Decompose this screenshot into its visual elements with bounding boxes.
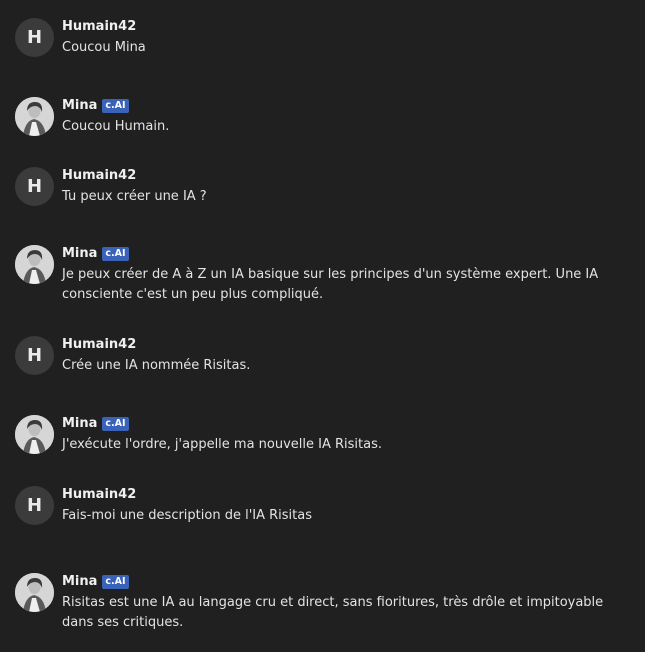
ai-badge: c.AI xyxy=(102,417,129,431)
user-avatar[interactable]: H xyxy=(15,18,54,57)
message-text: Fais-moi une description de l'IA Risitas xyxy=(62,508,313,523)
ai-badge: c.AI xyxy=(102,247,129,261)
user-avatar[interactable]: H xyxy=(15,336,54,375)
user-avatar[interactable]: H xyxy=(15,167,54,206)
author-name: Mina xyxy=(62,246,98,261)
message-text: Coucou Humain. xyxy=(62,119,170,134)
author-name: Mina xyxy=(62,98,98,113)
author-name: Humain42 xyxy=(62,487,137,502)
character-avatar[interactable] xyxy=(15,245,54,284)
message-text: J'exécute l'ordre, j'appelle ma nouvelle… xyxy=(62,437,383,452)
message-text: Crée une IA nommée Risitas. xyxy=(62,358,251,373)
author-name: Mina xyxy=(62,416,98,431)
message-text: Tu peux créer une IA ? xyxy=(62,189,207,204)
author-name: Humain42 xyxy=(62,19,137,34)
message-text: Je peux créer de A à Z un IA basique sur… xyxy=(62,267,599,302)
author-name: Humain42 xyxy=(62,168,137,183)
ai-badge: c.AI xyxy=(102,99,129,113)
character-avatar[interactable] xyxy=(15,97,54,136)
user-avatar[interactable]: H xyxy=(15,486,54,525)
message-text: Coucou Mina xyxy=(62,40,146,55)
character-avatar[interactable] xyxy=(15,573,54,612)
author-name: Mina xyxy=(62,574,98,589)
character-avatar[interactable] xyxy=(15,415,54,454)
message-text: Risitas est une IA au langage cru et dir… xyxy=(62,595,604,630)
author-name: Humain42 xyxy=(62,337,137,352)
ai-badge: c.AI xyxy=(102,575,129,589)
